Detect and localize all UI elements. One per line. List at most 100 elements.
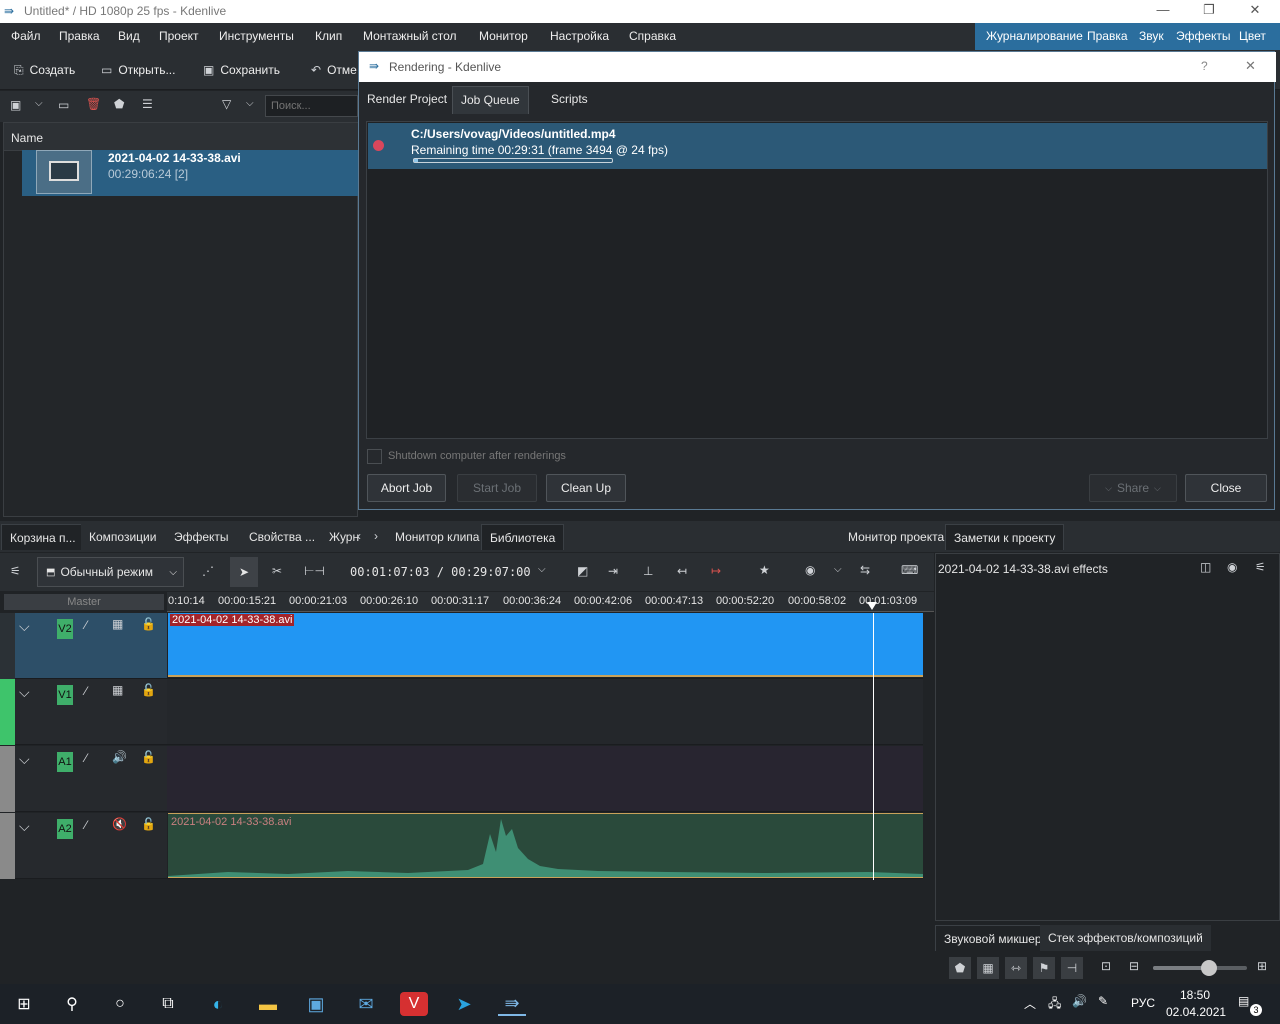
lock-icon[interactable]: 🔓 xyxy=(141,617,156,631)
zoom-out-icon[interactable]: ⊟ xyxy=(1129,959,1139,973)
track-header-v1[interactable]: ⌵ V1 ⁄ ▦ 🔓 xyxy=(15,679,167,745)
track-header-v2[interactable]: ⌵ V2 ⁄ ▦ 🔓 xyxy=(15,613,167,679)
menu-view[interactable]: Вид xyxy=(118,29,140,43)
lock-icon[interactable]: 🔓 xyxy=(141,683,156,697)
timeline-ruler[interactable]: 0:10:14 00:00:15:21 00:00:21:03 00:00:26… xyxy=(167,592,934,612)
windows-start-icon[interactable]: ⊞ xyxy=(10,992,38,1016)
effects-wand-icon[interactable]: ⁄ xyxy=(85,684,87,698)
overlay-icon[interactable]: ◩ xyxy=(577,564,588,578)
collapse-chevron-icon[interactable]: ⌵ xyxy=(19,818,30,835)
clean-up-button[interactable]: Clean Up xyxy=(546,474,626,502)
tab-project-monitor[interactable]: Монитор проекта xyxy=(840,524,953,550)
menu-timeline[interactable]: Монтажный стол xyxy=(363,29,457,43)
store-icon[interactable]: ▣ xyxy=(302,992,330,1016)
effects-wand-icon[interactable]: ⁄ xyxy=(85,818,87,832)
eye-icon[interactable]: ◉ xyxy=(1227,560,1237,574)
telegram-icon[interactable]: ➤ xyxy=(450,992,478,1016)
tab-library[interactable]: Библиотека xyxy=(481,524,565,550)
filter-chevron-icon[interactable]: ⌵ xyxy=(246,98,254,109)
search-icon[interactable]: ⚲ xyxy=(58,992,86,1016)
extract-icon[interactable]: ↤ xyxy=(677,564,687,578)
effects-wand-icon[interactable]: ⁄ xyxy=(85,751,87,765)
timeline-settings-icon[interactable]: ⚟ xyxy=(10,564,21,578)
tab-job-queue[interactable]: Job Queue xyxy=(452,86,529,114)
film-filter-icon[interactable]: ▦ xyxy=(977,957,999,979)
pen-icon[interactable]: ✎ xyxy=(1098,994,1108,1008)
tab-effects[interactable]: Эффекты xyxy=(166,524,237,550)
track-lane-v1[interactable] xyxy=(167,679,923,745)
tab-effect-stack[interactable]: Стек эффектов/композиций xyxy=(1040,925,1211,951)
tab-project-bin[interactable]: Корзина п... xyxy=(1,524,85,550)
select-tool-button[interactable]: ➤ xyxy=(230,557,258,587)
film-icon[interactable]: ▦ xyxy=(112,617,123,631)
track-lane-a1[interactable] xyxy=(167,746,923,812)
shutdown-checkbox[interactable] xyxy=(367,449,382,464)
close-icon[interactable]: ✕ xyxy=(1232,2,1278,22)
playback-icon[interactable]: ◉ xyxy=(805,563,815,577)
volume-icon[interactable]: 🔊 xyxy=(1072,994,1087,1008)
clock-date[interactable]: 02.04.2021 xyxy=(1166,1005,1226,1019)
zoom-fit-icon[interactable]: ⊡ xyxy=(1101,959,1111,973)
tab-audio-mixer[interactable]: Звуковой микшер xyxy=(935,925,1051,951)
collapse-chevron-icon[interactable]: ⌵ xyxy=(19,618,30,635)
lift-icon[interactable]: ↦ xyxy=(711,564,721,578)
maximize-icon[interactable]: ❐ xyxy=(1186,2,1232,22)
help-icon[interactable]: ? xyxy=(1201,59,1208,73)
keyboard-language[interactable]: РУС xyxy=(1131,996,1155,1010)
bin-column-name[interactable]: Name xyxy=(4,123,358,151)
favorite-star-icon[interactable]: ★ xyxy=(759,563,770,577)
edit-mode-select[interactable]: ⬒ Обычный режим ⌵ xyxy=(37,557,184,587)
job-row[interactable]: C:/Users/vovag/Videos/untitled.mp4 Remai… xyxy=(368,123,1267,169)
tab-project-notes[interactable]: Заметки к проекту xyxy=(945,524,1065,550)
zoom-slider-track[interactable] xyxy=(1153,966,1247,970)
keyboard-icon[interactable]: ⌨ xyxy=(901,563,918,577)
playback-chevron-icon[interactable]: ⌵ xyxy=(834,564,842,575)
add-clip-icon[interactable]: ▣ xyxy=(10,98,21,112)
close-button[interactable]: Close xyxy=(1185,474,1267,502)
collapse-chevron-icon[interactable]: ⌵ xyxy=(19,684,30,701)
snap-icon[interactable]: ⇿ xyxy=(1005,957,1027,979)
tab-render-project[interactable]: Render Project xyxy=(359,86,455,114)
task-view-icon[interactable]: ⧉ xyxy=(154,992,182,1016)
tab-scroll-right-icon[interactable]: › xyxy=(374,529,378,543)
video-clip[interactable]: 2021-04-02 14-33-38.avi xyxy=(168,613,923,677)
menu-project[interactable]: Проект xyxy=(159,29,199,43)
minimize-icon[interactable]: — xyxy=(1140,2,1186,22)
add-folder-icon[interactable]: ▭ xyxy=(58,98,69,112)
master-track-label[interactable]: Master xyxy=(4,594,164,610)
split-audio-icon[interactable]: ⊣ xyxy=(1061,957,1083,979)
speaker-icon[interactable]: 🔊 xyxy=(112,750,127,764)
delete-icon[interactable]: 🗑 xyxy=(86,97,101,111)
filter-icon[interactable]: ▽ xyxy=(222,97,231,111)
menu-monitor[interactable]: Монитор xyxy=(479,29,528,43)
ripple-tool-icon[interactable]: ⊢⊣ xyxy=(304,564,325,578)
new-button[interactable]: ⎘ Создать xyxy=(14,58,75,82)
menu-edit[interactable]: Правка xyxy=(59,29,100,43)
workspace-edit[interactable]: Правка xyxy=(1087,29,1128,43)
menu-file[interactable]: Файл xyxy=(11,29,41,43)
workspace-audio[interactable]: Звук xyxy=(1139,29,1164,43)
track-header-a1[interactable]: ⌵ A1 ⁄ 🔊 🔓 xyxy=(15,746,167,812)
start-job-button[interactable]: Start Job xyxy=(457,474,537,502)
menu-help[interactable]: Справка xyxy=(629,29,676,43)
overwrite-icon[interactable]: ⊥ xyxy=(643,564,653,578)
menu-clip[interactable]: Клип xyxy=(315,29,342,43)
track-header-a2[interactable]: ⌵ A2 ⁄ 🔇 🔓 xyxy=(15,813,167,879)
share-button[interactable]: ⌵ Share ⌵ xyxy=(1089,474,1177,502)
menu-settings[interactable]: Настройка xyxy=(550,29,609,43)
zoom-in-icon[interactable]: ⊞ xyxy=(1257,959,1267,973)
effects-wand-icon[interactable]: ⁄ xyxy=(85,618,87,632)
audio-clip[interactable]: 2021-04-02 14-33-38.avi xyxy=(168,813,923,878)
tag-icon[interactable]: ⬟ xyxy=(114,97,124,111)
film-icon[interactable]: ▦ xyxy=(112,683,123,697)
tab-scripts[interactable]: Scripts xyxy=(543,86,596,114)
workspace-logging[interactable]: Журналирование xyxy=(986,29,1083,43)
tab-scroll-left-icon[interactable]: ‹ xyxy=(357,529,361,543)
mail-icon[interactable]: ✉ xyxy=(352,992,380,1016)
spacer-tool-icon[interactable]: ⋰ xyxy=(202,564,214,578)
file-explorer-icon[interactable]: ▬ xyxy=(254,992,282,1016)
notification-icon[interactable]: ▤ xyxy=(1238,994,1249,1008)
abort-job-button[interactable]: Abort Job xyxy=(367,474,446,502)
tag-filter-icon[interactable]: ⬟ xyxy=(949,957,971,979)
tray-expand-icon[interactable]: ︿ xyxy=(1024,995,1036,1012)
